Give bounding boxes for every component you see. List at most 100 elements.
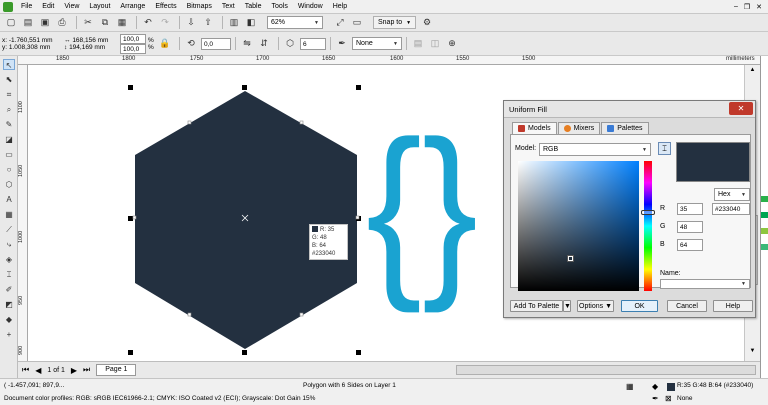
dialog-close-button[interactable]: ✕ [729, 102, 753, 115]
freehand-tool-icon[interactable]: ✎ [3, 119, 15, 130]
cut-icon[interactable]: ✂ [81, 16, 95, 30]
smart-fill-icon[interactable]: ◪ [3, 134, 15, 145]
hex-input[interactable]: #233040 [712, 203, 750, 215]
rulers-icon[interactable]: ▭ [350, 16, 364, 30]
polygon-tool-icon[interactable]: ⬡ [3, 179, 15, 190]
restore-icon[interactable]: ❐ [744, 3, 750, 11]
menu-text[interactable]: Text [217, 0, 240, 14]
eyedropper-icon[interactable]: ⌶ [658, 142, 671, 155]
menu-bitmaps[interactable]: Bitmaps [182, 0, 217, 14]
menu-table[interactable]: Table [240, 0, 267, 14]
options-button[interactable]: Options ▼ [577, 300, 614, 312]
fill-tool-icon[interactable]: ◩ [3, 299, 15, 310]
x-position[interactable]: x: -1.760,551 mm [2, 37, 60, 44]
print-icon[interactable]: ⎙ [55, 16, 69, 30]
prev-page-icon[interactable]: ◀ [35, 366, 41, 375]
tab-palettes[interactable]: Palettes [601, 122, 649, 134]
save-icon[interactable]: ▣ [38, 16, 52, 30]
width-field[interactable]: ↔ 168,156 mm [64, 37, 116, 44]
menu-effects[interactable]: Effects [150, 0, 181, 14]
add-to-palette-dropdown[interactable]: ▼ [563, 300, 571, 312]
next-page-icon[interactable]: ▶ [71, 366, 77, 375]
outline-width-select[interactable]: None ▼ [352, 37, 402, 50]
app-launcher-icon[interactable]: ▥ [227, 16, 241, 30]
rectangle-tool-icon[interactable]: ▭ [3, 149, 15, 160]
eyedropper-tool-icon[interactable]: ⌶ [3, 269, 15, 280]
polygon-sides-input[interactable]: 6 [300, 37, 326, 50]
first-page-icon[interactable]: ⏮ [22, 365, 29, 375]
b-input[interactable]: 64 [677, 239, 703, 251]
model-select[interactable]: RGB ▼ [539, 143, 651, 156]
tab-page-1[interactable]: Page 1 [96, 364, 137, 376]
last-page-icon[interactable]: ⏭ [83, 365, 90, 375]
zoom-tool-icon[interactable]: ⌕ [3, 104, 15, 115]
tab-models[interactable]: Models [512, 122, 557, 134]
scale-width-input[interactable]: 100,0 [120, 33, 146, 44]
blend-tool-icon[interactable]: ◈ [3, 254, 15, 265]
full-screen-icon[interactable]: ⤢ [333, 16, 347, 30]
to-front-icon[interactable]: ◫ [428, 37, 442, 51]
undo-icon[interactable]: ↶ [141, 16, 155, 30]
fill-color-swatch[interactable] [667, 383, 675, 391]
text-tool-icon[interactable]: A [3, 194, 15, 205]
g-input[interactable]: 48 [677, 221, 703, 233]
paste-icon[interactable]: ▦ [115, 16, 129, 30]
welcome-screen-icon[interactable]: ◧ [244, 16, 258, 30]
dimension-tool-icon[interactable]: ⟋ [3, 224, 15, 235]
color-profiles[interactable]: Document color profiles: RGB: sRGB IEC61… [4, 395, 315, 402]
name-select[interactable]: ▼ [660, 279, 750, 289]
color-palette[interactable] [760, 56, 768, 378]
new-icon[interactable]: ▢ [4, 16, 18, 30]
menu-file[interactable]: File [16, 0, 37, 14]
copy-icon[interactable]: ⧉ [98, 16, 112, 30]
menu-arrange[interactable]: Arrange [115, 0, 150, 14]
color-picker-field[interactable] [518, 161, 639, 291]
horizontal-scrollbar[interactable] [456, 365, 756, 375]
value-format-select[interactable]: Hex ▼ [714, 188, 750, 201]
shape-tool-icon[interactable]: ⬉ [3, 74, 15, 85]
options-icon[interactable]: ⚙ [420, 16, 434, 30]
menu-help[interactable]: Help [328, 0, 352, 14]
ok-button[interactable]: OK [621, 300, 658, 312]
hexagon-shape[interactable] [135, 91, 357, 349]
height-field[interactable]: ↕ 194,169 mm [64, 44, 116, 51]
connector-tool-icon[interactable]: ⤷ [3, 239, 15, 250]
add-to-palette-button[interactable]: Add To Palette [510, 300, 563, 312]
outline-tool-icon[interactable]: ✐ [3, 284, 15, 295]
menu-edit[interactable]: Edit [37, 0, 59, 14]
table-tool-icon[interactable]: ▦ [3, 209, 15, 220]
pick-tool-icon[interactable]: ↖ [3, 59, 15, 70]
menu-view[interactable]: View [59, 0, 84, 14]
tab-mixers[interactable]: Mixers [557, 122, 601, 134]
scroll-up-icon[interactable]: ▲ [747, 67, 758, 78]
hue-slider[interactable] [641, 161, 655, 291]
export-icon[interactable]: ⇧ [201, 16, 215, 30]
rotate-icon[interactable]: ⟲ [184, 37, 198, 51]
menu-layout[interactable]: Layout [84, 0, 115, 14]
y-position[interactable]: y: 1.008,308 mm [2, 44, 60, 51]
snap-to-dropdown[interactable]: Snap to ▼ [373, 16, 417, 29]
interactive-fill-icon[interactable]: ◆ [3, 314, 15, 325]
cancel-button[interactable]: Cancel [667, 300, 707, 312]
close-icon[interactable]: ✕ [756, 3, 762, 11]
menu-tools[interactable]: Tools [266, 0, 292, 14]
vertical-ruler[interactable]: 1100 1050 1000 950 900 [18, 65, 28, 361]
redo-icon[interactable]: ↷ [158, 16, 172, 30]
scale-height-input[interactable]: 100,0 [120, 43, 146, 54]
mirror-vertical-icon[interactable]: ⇵ [257, 37, 271, 51]
zoom-level-select[interactable]: 62% ▼ [267, 16, 323, 29]
import-icon[interactable]: ⇩ [184, 16, 198, 30]
color-picker-marker[interactable] [567, 255, 574, 262]
brace-shape[interactable]: {} [366, 102, 478, 314]
wrap-text-icon[interactable]: ▤ [411, 37, 425, 51]
convert-to-curves-icon[interactable]: ⊕ [445, 37, 459, 51]
crop-tool-icon[interactable]: ⌗ [3, 89, 15, 100]
r-input[interactable]: 35 [677, 203, 703, 215]
horizontal-ruler[interactable]: 1850 1800 1750 1700 1650 1600 1550 1500 … [18, 56, 760, 65]
ellipse-tool-icon[interactable]: ○ [3, 164, 15, 175]
scroll-down-icon[interactable]: ▼ [747, 348, 758, 359]
open-icon[interactable]: ▤ [21, 16, 35, 30]
minimize-icon[interactable]: – [734, 3, 738, 11]
menu-window[interactable]: Window [293, 0, 328, 14]
mirror-horizontal-icon[interactable]: ⇋ [240, 37, 254, 51]
